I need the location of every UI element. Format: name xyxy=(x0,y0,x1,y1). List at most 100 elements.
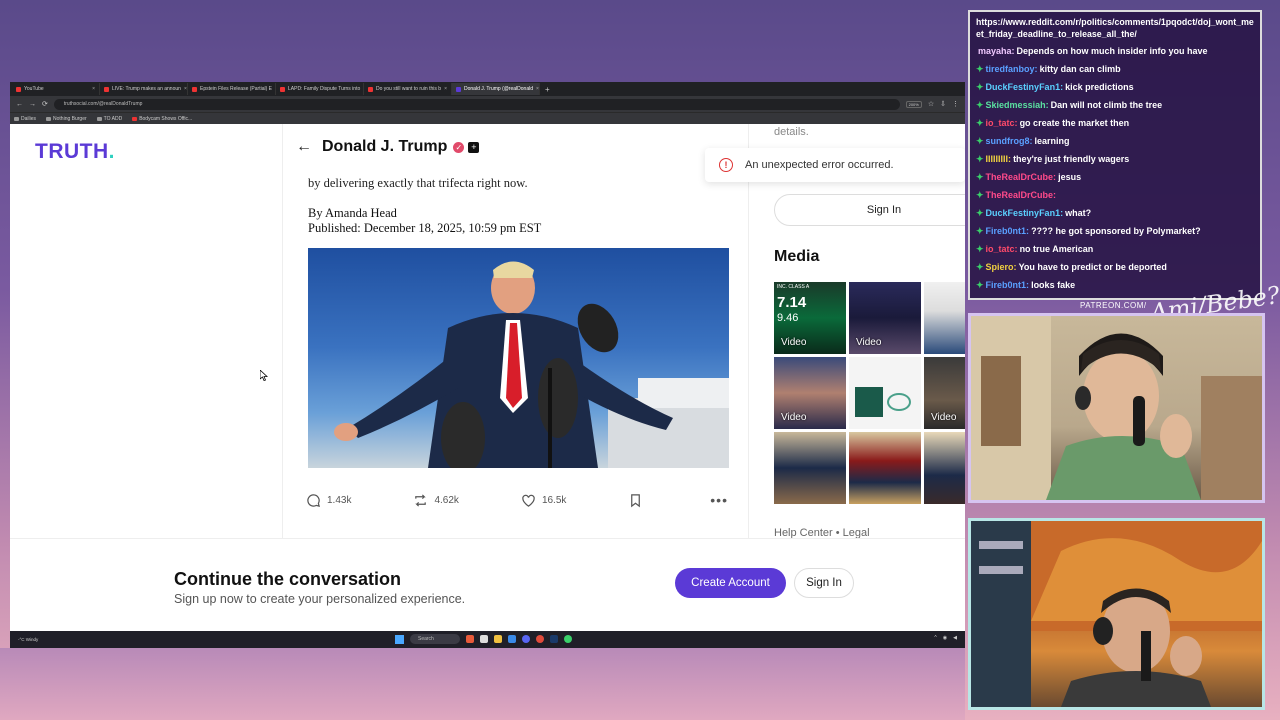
taskbar-search[interactable]: Search xyxy=(410,634,460,644)
chat-badge-icon: ✦ xyxy=(976,190,984,200)
address-bar: ← → ⟳ truthsocial.com/@realDonaldTrump 2… xyxy=(10,96,965,112)
repost-icon xyxy=(415,493,427,507)
zoom-indicator[interactable]: 200% xyxy=(905,100,922,108)
bookmark-to-add[interactable]: TO ADD xyxy=(96,116,122,122)
youtube-icon xyxy=(192,86,197,92)
tab-youtube[interactable]: YouTube × xyxy=(12,83,100,95)
bookmark-button[interactable] xyxy=(628,493,643,508)
reply-count: 1.43k xyxy=(327,494,352,506)
download-icon[interactable]: ⇩ xyxy=(940,100,946,108)
chat-message: ✦ DuckFestinyFan1: kick predictions xyxy=(976,78,1254,96)
chat-url: https://www.reddit.com/r/politics/commen… xyxy=(976,17,1254,39)
windows-start-icon[interactable] xyxy=(395,634,404,644)
url-input[interactable]: truthsocial.com/@realDonaldTrump xyxy=(53,98,900,110)
chrome-icon[interactable] xyxy=(536,635,544,643)
chat-text: kitty dan can climb xyxy=(1039,64,1121,74)
chat-username: Spiero: xyxy=(985,262,1017,272)
discord-icon[interactable] xyxy=(522,635,530,643)
more-options-button[interactable]: ••• xyxy=(710,492,728,508)
error-icon: ! xyxy=(719,158,733,172)
divider xyxy=(748,124,749,544)
tab-truth-social[interactable]: Donald J. Trump (@realDonald × xyxy=(452,83,540,95)
close-icon[interactable]: × xyxy=(184,86,187,92)
chat-badge-icon: ✦ xyxy=(976,226,984,236)
chat-text: jesus xyxy=(1058,172,1082,182)
truth-logo[interactable]: TRUTH. xyxy=(35,140,115,164)
create-account-button[interactable]: Create Account xyxy=(675,568,786,598)
webcam-bottom-scene xyxy=(971,521,1262,707)
youtube-icon xyxy=(104,86,109,92)
chat-text: looks fake xyxy=(1031,280,1076,290)
close-icon[interactable]: × xyxy=(444,86,447,92)
more-icon: ••• xyxy=(710,492,728,508)
app-icon[interactable] xyxy=(508,635,516,643)
video-label: Video xyxy=(781,337,807,348)
youtube-icon xyxy=(280,86,285,92)
chat-text: what? xyxy=(1065,208,1092,218)
chat-username: io_tatc: xyxy=(985,118,1018,128)
background-floor xyxy=(0,648,965,720)
error-message: An unexpected error occurred. xyxy=(745,159,894,171)
media-thumb[interactable]: Video xyxy=(774,357,846,429)
new-tab-button[interactable]: + xyxy=(540,85,555,94)
close-icon[interactable]: × xyxy=(536,86,539,92)
chat-messages: mayaha: Depends on how much insider info … xyxy=(976,42,1254,294)
sign-in-button[interactable]: Sign In xyxy=(794,568,854,598)
media-thumb[interactable] xyxy=(849,432,921,504)
post-actions: 1.43k 4.62k 16.5k ••• xyxy=(306,492,728,508)
youtube-icon xyxy=(368,86,373,92)
media-thumb[interactable]: Video xyxy=(849,282,921,354)
media-thumb[interactable] xyxy=(849,357,921,429)
app-icon[interactable] xyxy=(564,635,572,643)
chat-message: ✦ io_tatc: no true American xyxy=(976,240,1254,258)
star-icon[interactable]: ☆ xyxy=(928,100,934,108)
media-thumb[interactable]: INC. CLASS A 7.14 9.46 Video xyxy=(774,282,846,354)
tab-live-trump[interactable]: LIVE: Trump makes an announ × xyxy=(100,83,188,95)
webcam-top-scene xyxy=(971,316,1262,500)
media-thumb[interactable] xyxy=(924,432,965,504)
menu-icon[interactable]: ⋮ xyxy=(952,100,959,108)
chat-badge-icon: ✦ xyxy=(976,172,984,182)
forward-icon[interactable]: → xyxy=(29,101,36,108)
chat-badge-icon: ✦ xyxy=(976,82,984,92)
tab-ruin[interactable]: Do you still want to ruin this b × xyxy=(364,83,452,95)
media-thumb[interactable]: Video xyxy=(924,357,965,429)
app-icon[interactable] xyxy=(480,635,488,643)
error-toast[interactable]: ! An unexpected error occurred. xyxy=(705,148,965,182)
article-text: by delivering exactly that trifecta righ… xyxy=(308,176,528,190)
media-grid: INC. CLASS A 7.14 9.46 Video Video Video… xyxy=(774,282,965,504)
steam-icon[interactable] xyxy=(550,635,558,643)
chat-username: sundfrog8: xyxy=(985,136,1033,146)
chat-username: Fireb0nt1: xyxy=(985,280,1030,290)
chat-username: Fireb0nt1: xyxy=(985,226,1030,236)
chat-badge-icon: ✦ xyxy=(976,64,984,74)
bookmark-nothing-burger[interactable]: Nothing Burger xyxy=(46,116,87,122)
chevron-up-icon[interactable]: ^ xyxy=(934,635,936,641)
chat-badge-icon: ✦ xyxy=(976,208,984,218)
back-icon[interactable]: ← xyxy=(16,101,23,108)
heart-icon xyxy=(522,494,535,507)
media-thumb[interactable] xyxy=(774,432,846,504)
retruth-count: 4.62k xyxy=(434,494,459,506)
retruth-button[interactable]: 4.62k xyxy=(413,493,459,508)
reload-icon[interactable]: ⟳ xyxy=(42,100,48,108)
chat-username: mayaha: xyxy=(978,46,1015,56)
tab-lapd[interactable]: LAPD: Family Dispute Turns into× xyxy=(276,83,364,95)
article-photo[interactable] xyxy=(308,248,729,468)
bookmark-dailies[interactable]: Dailies xyxy=(14,116,36,122)
like-button[interactable]: 16.5k xyxy=(521,493,566,508)
cta-subtitle: Sign up now to create your personalized … xyxy=(174,592,466,606)
network-icon[interactable]: ◉ xyxy=(943,635,947,641)
tab-epstein[interactable]: Epstein Files Release (Partial) E× xyxy=(188,83,276,95)
reply-button[interactable]: 1.43k xyxy=(306,493,351,508)
weather-widget[interactable]: -°C Windy xyxy=(18,637,38,642)
back-arrow-icon[interactable]: ← xyxy=(296,138,312,156)
app-icon[interactable] xyxy=(466,635,474,643)
bookmark-bodycam[interactable]: Bodycam Shows Offic... xyxy=(132,116,192,122)
chat-message: mayaha: Depends on how much insider info … xyxy=(976,42,1254,60)
media-thumb[interactable] xyxy=(924,282,965,354)
sidebar-sign-in-button[interactable]: Sign In xyxy=(774,194,965,226)
volume-icon[interactable]: ◀ xyxy=(953,635,957,641)
folder-icon[interactable] xyxy=(494,635,502,643)
close-icon[interactable]: × xyxy=(92,86,95,92)
